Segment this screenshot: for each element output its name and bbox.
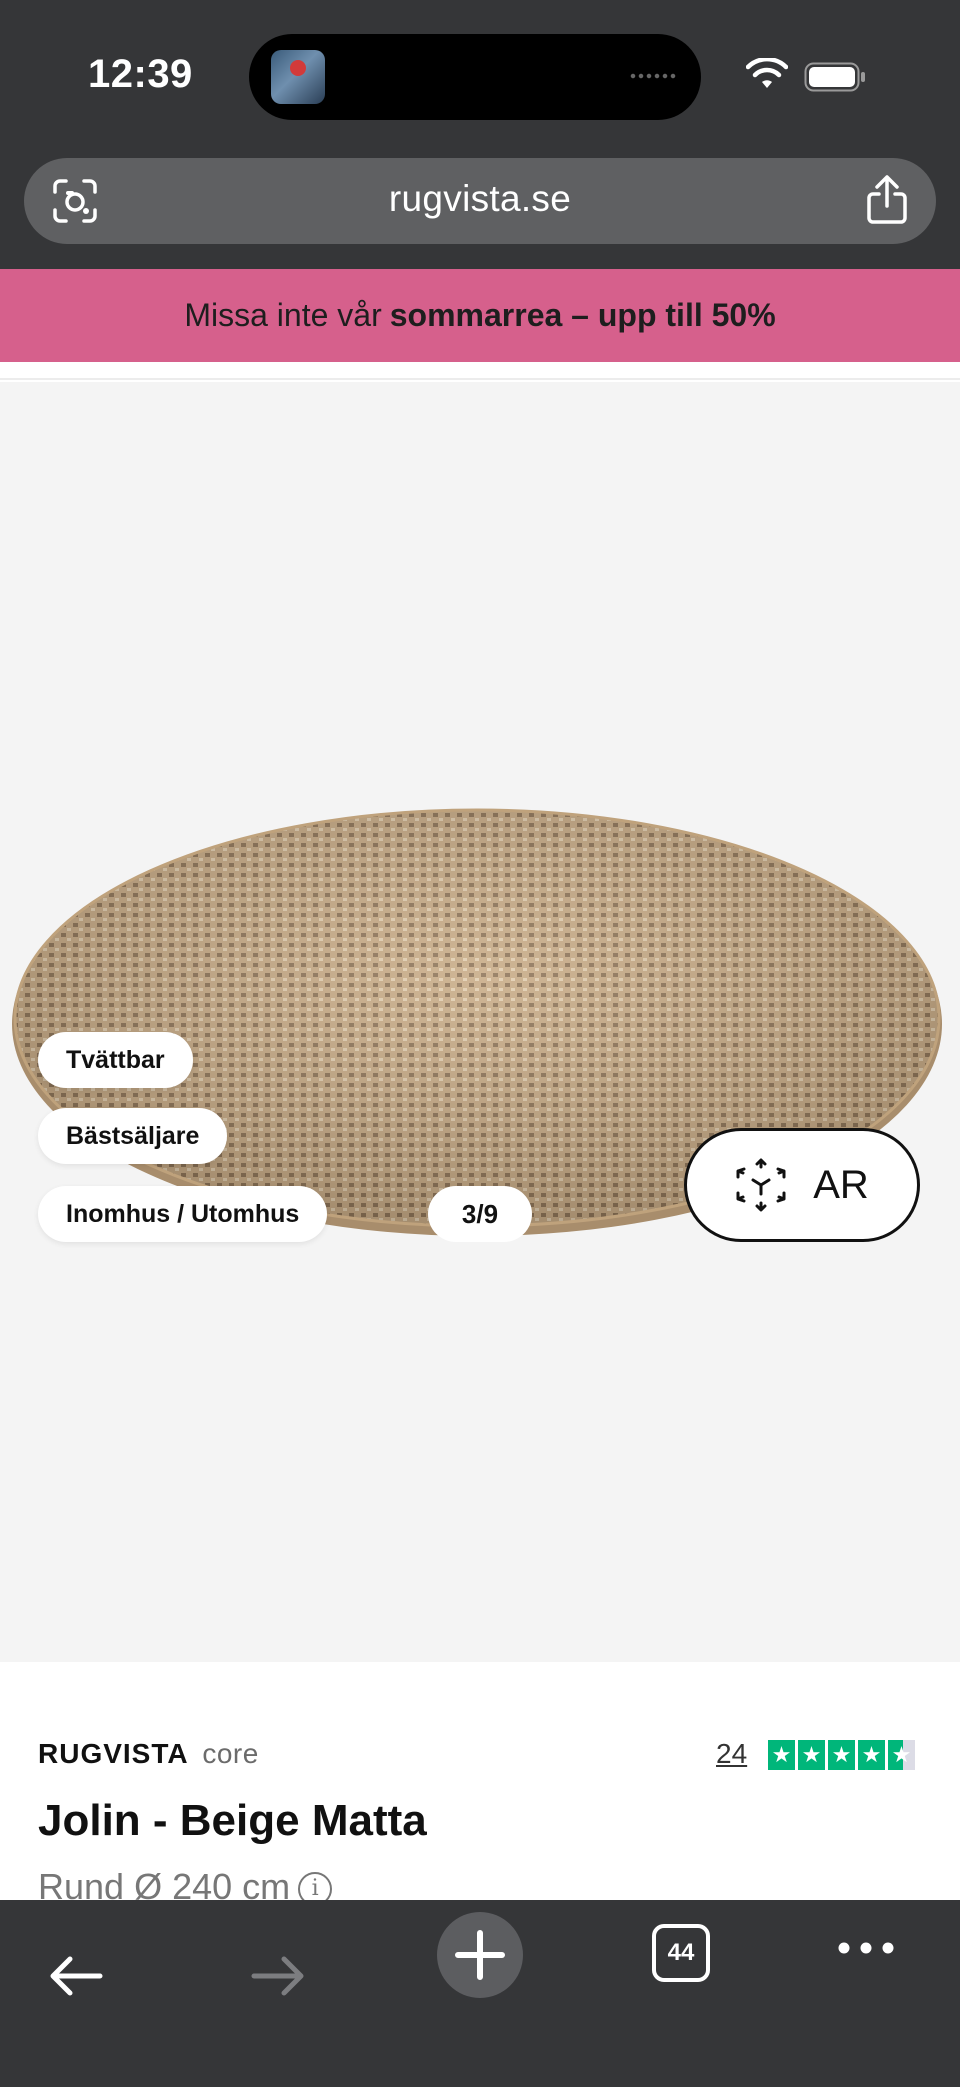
ar-cube-icon <box>736 1158 786 1212</box>
star-icon: ★ <box>828 1740 855 1770</box>
star-icon: ★ <box>858 1740 885 1770</box>
star-icon: ★ <box>768 1740 795 1770</box>
back-arrow-icon[interactable] <box>46 1946 106 2006</box>
image-counter: 3/9 <box>428 1186 532 1242</box>
forward-arrow-icon[interactable] <box>248 1946 308 2006</box>
dynamic-island[interactable] <box>249 34 701 120</box>
ar-button[interactable]: AR <box>684 1128 920 1242</box>
address-bar[interactable]: rugvista.se <box>24 158 936 244</box>
now-playing-thumbnail <box>271 50 325 104</box>
product-gallery[interactable]: Tvättbar Bästsäljare Inomhus / Utomhus 3… <box>0 382 960 1662</box>
browser-bottom-toolbar: 44 <box>0 1900 960 2087</box>
plus-icon <box>455 1930 505 1980</box>
promo-banner[interactable]: Missa inte vår sommarrea – upp till 50% <box>0 269 960 362</box>
ar-label: AR <box>813 1162 869 1207</box>
review-count-link[interactable]: 24 <box>716 1738 747 1770</box>
promo-text-regular: Missa inte vår <box>184 297 382 333</box>
half-star-icon: ★ <box>888 1740 915 1770</box>
browser-top-chrome: 12:39 rugvista.se <box>0 0 960 269</box>
battery-icon <box>804 62 865 92</box>
brand-main: RUGVISTA <box>38 1738 188 1769</box>
status-time: 12:39 <box>88 52 193 96</box>
header-divider <box>0 362 960 380</box>
brand-name[interactable]: RUGVISTA core <box>38 1738 259 1770</box>
brand-sub: core <box>202 1738 259 1769</box>
promo-text-bold: sommarrea – upp till 50% <box>389 297 776 333</box>
star-icon: ★ <box>798 1740 825 1770</box>
new-tab-button[interactable] <box>437 1912 523 1998</box>
product-title: Jolin - Beige Matta <box>38 1796 427 1845</box>
wifi-icon <box>746 58 788 88</box>
url-text[interactable]: rugvista.se <box>24 178 936 220</box>
tag-indoor-outdoor: Inomhus / Utomhus <box>38 1186 328 1242</box>
tabs-button[interactable]: 44 <box>652 1924 710 1982</box>
tag-bestseller: Bästsäljare <box>38 1108 228 1164</box>
share-icon[interactable] <box>866 174 908 226</box>
more-icon[interactable] <box>836 1928 896 1968</box>
activity-dots-icon <box>629 72 677 80</box>
tag-washable: Tvättbar <box>38 1032 193 1088</box>
trustpilot-rating[interactable]: ★ ★ ★ ★ ★ <box>768 1740 915 1770</box>
